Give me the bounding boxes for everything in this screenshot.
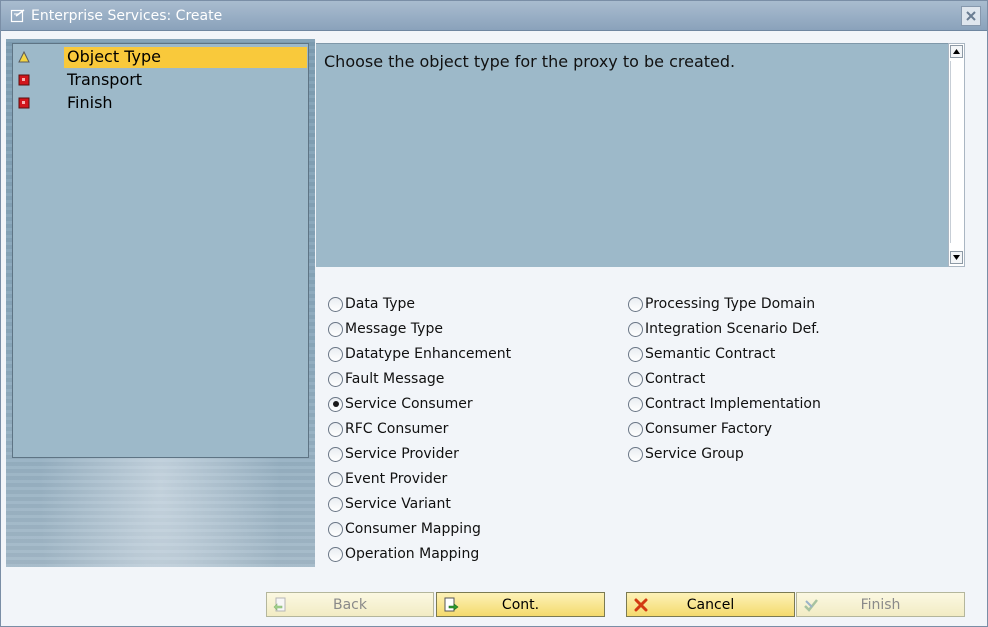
option-label: RFC Consumer: [345, 421, 449, 437]
arrow-down-icon: [953, 255, 960, 260]
option-contract-implementation[interactable]: Contract Implementation: [628, 394, 821, 414]
step-object-type[interactable]: Object Type: [13, 46, 308, 68]
step-label: Transport: [67, 70, 143, 89]
option-label: Integration Scenario Def.: [645, 321, 820, 337]
arrow-up-icon: [953, 49, 960, 54]
radio-dot: [332, 401, 339, 407]
radio-button[interactable]: [328, 296, 343, 312]
scroll-up-button[interactable]: [950, 45, 963, 58]
option-label: Consumer Factory: [645, 421, 772, 437]
radio-button[interactable]: [628, 296, 643, 312]
scroll-down-button[interactable]: [950, 251, 963, 264]
radio-button[interactable]: [328, 371, 343, 387]
warning-triangle-icon: [18, 51, 30, 63]
cancel-button[interactable]: Cancel: [626, 592, 795, 617]
close-icon: [966, 11, 976, 21]
option-datatype-enhancement[interactable]: Datatype Enhancement: [328, 344, 511, 364]
option-message-type[interactable]: Message Type: [328, 319, 443, 339]
option-label: Service Group: [645, 446, 744, 462]
back-label: Back: [333, 596, 367, 613]
option-integration-scenario-def[interactable]: Integration Scenario Def.: [628, 319, 820, 339]
continue-button[interactable]: Cont.: [436, 592, 605, 617]
option-consumer-mapping[interactable]: Consumer Mapping: [328, 519, 481, 539]
step-transport[interactable]: Transport: [13, 69, 308, 91]
option-label: Processing Type Domain: [645, 296, 816, 312]
option-label: Datatype Enhancement: [345, 346, 512, 362]
radio-button[interactable]: [628, 421, 643, 437]
title-bar: Enterprise Services: Create: [1, 1, 987, 31]
option-event-provider[interactable]: Event Provider: [328, 469, 447, 489]
radio-button[interactable]: [328, 421, 343, 437]
radio-button[interactable]: [328, 321, 343, 337]
option-label: Operation Mapping: [345, 546, 480, 562]
back-arrow-icon: [273, 597, 286, 612]
window-title: Enterprise Services: Create: [31, 7, 223, 24]
radio-button[interactable]: [628, 446, 643, 462]
option-service-group[interactable]: Service Group: [628, 444, 744, 464]
scroll-thumb[interactable]: [950, 61, 963, 243]
option-processing-type-domain[interactable]: Processing Type Domain: [628, 294, 815, 314]
wizard-window: Enterprise Services: Create Object Type …: [0, 0, 988, 627]
radio-button[interactable]: [328, 446, 343, 462]
radio-button[interactable]: [628, 346, 643, 362]
finish-button[interactable]: Finish: [796, 592, 965, 617]
option-label: Fault Message: [345, 371, 445, 387]
step-label: Object Type: [64, 47, 307, 68]
option-service-variant[interactable]: Service Variant: [328, 494, 451, 514]
finish-label: Finish: [860, 596, 901, 613]
step-finish[interactable]: Finish: [13, 92, 308, 114]
radio-button[interactable]: [328, 521, 343, 537]
option-label: Service Consumer: [345, 396, 473, 412]
option-contract[interactable]: Contract: [628, 369, 705, 389]
close-button[interactable]: [961, 6, 981, 26]
create-window-icon: [9, 7, 27, 25]
back-button[interactable]: Back: [266, 592, 434, 617]
option-operation-mapping[interactable]: Operation Mapping: [328, 544, 479, 564]
option-label: Contract Implementation: [645, 396, 821, 412]
option-semantic-contract[interactable]: Semantic Contract: [628, 344, 775, 364]
option-rfc-consumer[interactable]: RFC Consumer: [328, 419, 448, 439]
option-label: Service Variant: [345, 496, 451, 512]
radio-button[interactable]: [328, 496, 343, 512]
forward-arrow-icon: [444, 597, 459, 612]
radio-button[interactable]: [628, 371, 643, 387]
radio-button[interactable]: [328, 471, 343, 487]
option-fault-message[interactable]: Fault Message: [328, 369, 444, 389]
option-label: Contract: [645, 371, 706, 387]
option-data-type[interactable]: Data Type: [328, 294, 415, 314]
cancel-x-icon: [634, 598, 648, 612]
radio-button[interactable]: [328, 346, 343, 362]
continue-label: Cont.: [501, 596, 540, 613]
option-label: Event Provider: [345, 471, 448, 487]
finish-check-icon: [804, 599, 818, 612]
option-label: Semantic Contract: [645, 346, 776, 362]
info-panel: Choose the object type for the proxy to …: [316, 43, 948, 267]
option-service-consumer[interactable]: Service Consumer: [328, 394, 473, 414]
radio-button[interactable]: [628, 396, 643, 412]
radio-button-selected[interactable]: [328, 396, 343, 412]
option-label: Data Type: [345, 296, 416, 312]
radio-button[interactable]: [628, 321, 643, 337]
info-text: Choose the object type for the proxy to …: [324, 52, 736, 71]
cancel-label: Cancel: [686, 596, 735, 613]
error-square-icon: [18, 74, 30, 86]
error-square-icon: [18, 97, 30, 109]
step-label: Finish: [67, 93, 113, 112]
option-label: Service Provider: [345, 446, 459, 462]
option-label: Message Type: [345, 321, 443, 337]
radio-button[interactable]: [328, 546, 343, 562]
step-list: Object Type Transport Finish: [12, 43, 309, 458]
option-service-provider[interactable]: Service Provider: [328, 444, 459, 464]
info-scrollbar[interactable]: [948, 43, 965, 267]
option-consumer-factory[interactable]: Consumer Factory: [628, 419, 772, 439]
option-label: Consumer Mapping: [345, 521, 481, 537]
